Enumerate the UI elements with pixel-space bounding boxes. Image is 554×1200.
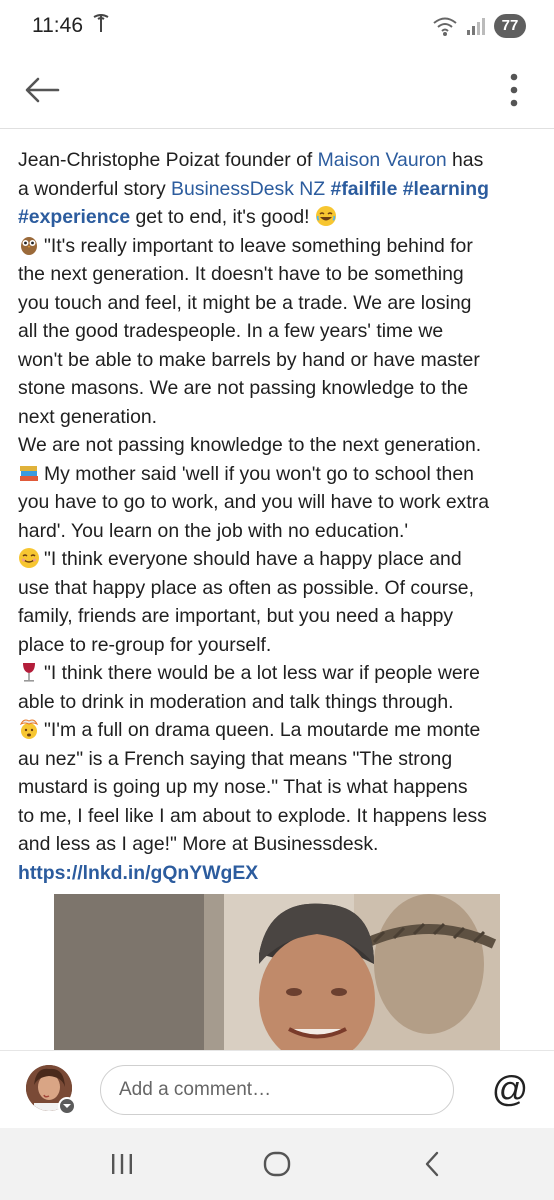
more-vertical-icon: [510, 73, 518, 107]
post-text-segment: get to end, it's good!: [130, 206, 315, 228]
post-line: place to re-group for yourself.: [18, 633, 272, 656]
post-line: "It's really important to leave somethin…: [18, 232, 538, 261]
post-line: au nez" is a French saying that means "T…: [18, 747, 453, 770]
post-line: "I'm a full on drama queen. La moutarde …: [18, 716, 538, 745]
wine-glass-emoji-icon: [23, 663, 35, 682]
post-line: to me, I feel like I am about to explode…: [18, 804, 487, 827]
exploding-head-emoji-icon: [19, 719, 39, 739]
nav-back-icon: [425, 1151, 439, 1177]
app-bar-divider: [0, 128, 554, 129]
post-line: the next generation. It doesn't have to …: [18, 263, 464, 285]
post-line: We are not passing knowledge to the next…: [18, 434, 482, 456]
mention-button[interactable]: @: [488, 1067, 532, 1111]
arrow-left-icon: [25, 77, 60, 103]
post-line: hard'. You learn on the job with no educ…: [18, 519, 409, 542]
comment-input[interactable]: [100, 1065, 454, 1115]
app-bar: [0, 52, 554, 128]
post-text-segment: "I think everyone should have a happy pl…: [44, 548, 462, 570]
post-text-segment: "I'm a full on drama queen. La moutarde …: [44, 719, 481, 741]
recents-button[interactable]: [92, 1142, 152, 1186]
post-line: a wonderful story BusinessDesk NZ #failf…: [18, 175, 538, 204]
post-line: you touch and feel, it might be a trade.…: [18, 291, 472, 314]
hashtag-learning[interactable]: #learning: [403, 178, 489, 200]
post-line: all the good tradespeople. In a few year…: [18, 320, 444, 342]
post-text-segment: a wonderful story: [18, 177, 172, 200]
carrier-icon: [93, 14, 109, 32]
post-line: "I think there would be a lot less war i…: [18, 659, 538, 688]
avatar-dropdown-badge[interactable]: [58, 1097, 76, 1115]
recents-icon: [112, 1154, 132, 1174]
status-bar: 11:46 77: [0, 0, 554, 52]
post-line: mustard is going up my nose." That is wh…: [18, 776, 468, 798]
mention-maison-vauron[interactable]: Maison Vauron: [318, 149, 447, 171]
more-options-button[interactable]: [496, 66, 532, 114]
status-icons: 77: [432, 14, 526, 38]
post-text: Jean-Christophe Poizat founder of Maison…: [18, 146, 538, 887]
back-button[interactable]: [18, 66, 66, 114]
signal-icon: [467, 18, 485, 35]
post-line: use that happy place as often as possibl…: [18, 576, 474, 599]
post-text-segment: has: [446, 149, 484, 171]
books-emoji-icon: [20, 465, 38, 481]
post-line: My mother said 'well if you won't go to …: [18, 460, 538, 489]
post-line: you have to go to work, and you will hav…: [18, 491, 490, 513]
post-line: "I think everyone should have a happy pl…: [18, 545, 538, 574]
hashtag-experience[interactable]: #experience: [18, 206, 130, 228]
post-text-segment: My mother said 'well if you won't go to …: [44, 462, 474, 485]
post-text-segment: Jean-Christophe Poizat founder of: [18, 149, 318, 171]
post-photo: [54, 894, 500, 1050]
post-line: Jean-Christophe Poizat founder of Maison…: [18, 146, 538, 175]
post-image[interactable]: [54, 894, 500, 1050]
system-nav-bar: [0, 1128, 554, 1200]
post-text-segment: "I think there would be a lot less war i…: [44, 662, 480, 684]
post-line: stone masons. We are not passing knowled…: [18, 377, 469, 399]
home-icon: [263, 1151, 291, 1177]
status-time: 11:46: [32, 14, 83, 37]
post-line: able to drink in moderation and talk thi…: [18, 690, 454, 713]
battery-indicator: 77: [494, 14, 526, 38]
comment-bar: @: [0, 1050, 554, 1128]
post-line: won't be able to make barrels by hand or…: [18, 348, 480, 371]
home-button[interactable]: [247, 1142, 307, 1186]
mention-businessdesk[interactable]: BusinessDesk NZ: [171, 178, 325, 200]
post-link-url[interactable]: https://lnkd.in/gQnYWgEX: [18, 859, 538, 888]
wifi-icon: [433, 17, 457, 36]
post-line: family, friends are important, but you n…: [18, 605, 454, 627]
post-line: #experience get to end, it's good!: [18, 203, 538, 232]
hashtag-failfile[interactable]: #failfile: [331, 178, 398, 200]
chevron-down-icon: [63, 1104, 71, 1108]
post-text-segment: "It's really important to leave somethin…: [44, 234, 473, 257]
post-line: next generation.: [18, 405, 158, 428]
owl-emoji-icon: [21, 236, 37, 255]
post-line: and less as I age!" More at Businessdesk…: [18, 833, 379, 855]
nav-back-button[interactable]: [402, 1142, 462, 1186]
smiling-emoji-icon: [19, 548, 39, 568]
laughing-emoji-icon: [315, 206, 336, 226]
